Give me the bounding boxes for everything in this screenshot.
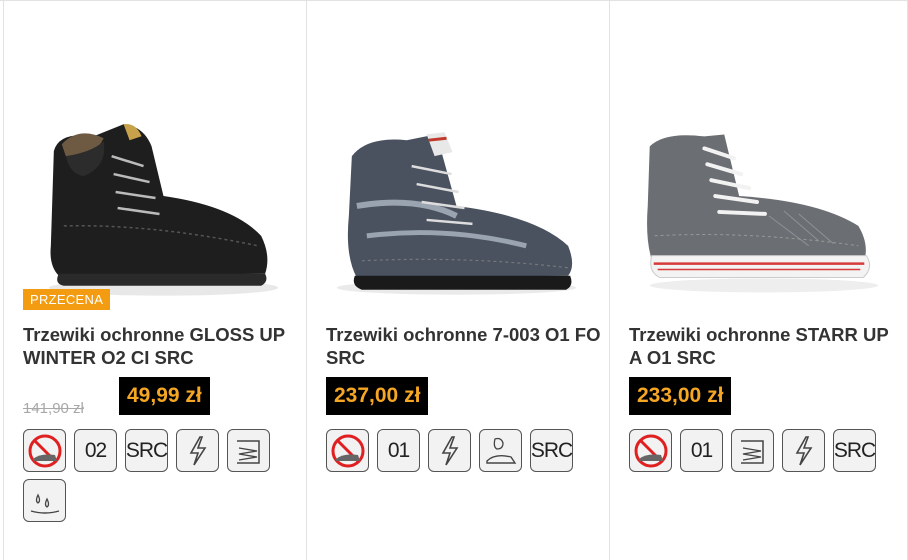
grey-sneaker-image: [647, 134, 879, 293]
no-metal-icon: [326, 429, 369, 472]
product-image[interactable]: [610, 96, 907, 306]
current-price: 237,00 zł: [326, 377, 429, 415]
product-card[interactable]: PRZECENA Trzewiki ochronne GLOSS UP WINT…: [3, 1, 306, 560]
rating-01-icon: 01: [680, 429, 723, 472]
feature-icons: 02 SRC: [23, 429, 303, 522]
product-title[interactable]: Trzewiki ochronne 7-003 O1 FO SRC: [326, 323, 601, 369]
src-icon: SRC: [530, 429, 573, 472]
grey-hiking-boot-image: [336, 132, 577, 295]
feature-icons: 01 SRC: [326, 429, 606, 472]
sale-badge: PRZECENA: [23, 289, 111, 310]
water-drops-icon: [23, 479, 66, 522]
lightning-icon: [428, 429, 471, 472]
product-grid: PRZECENA Trzewiki ochronne GLOSS UP WINT…: [0, 0, 908, 560]
no-metal-icon: [23, 429, 66, 472]
price-block: 237,00 zł: [326, 377, 596, 415]
product-image[interactable]: [4, 96, 306, 306]
product-image[interactable]: [307, 96, 609, 306]
old-price: 141,90 zł: [23, 400, 84, 417]
price-block: 233,00 zł: [629, 377, 899, 415]
product-title[interactable]: Trzewiki ochronne STARR UP A O1 SRC: [629, 323, 899, 369]
feature-icons: 01 SRC: [629, 429, 908, 472]
product-title[interactable]: Trzewiki ochronne GLOSS UP WINTER O2 CI …: [23, 323, 298, 369]
no-metal-icon: [629, 429, 672, 472]
lightning-icon: [782, 429, 825, 472]
src-icon: SRC: [125, 429, 168, 472]
src-icon: SRC: [833, 429, 876, 472]
insole-icon: [731, 429, 774, 472]
insole-icon: [227, 429, 270, 472]
rating-01-icon: 01: [377, 429, 420, 472]
black-boot-image: [48, 124, 279, 296]
rating-02-icon: 02: [74, 429, 117, 472]
oil-resistant-icon: [479, 429, 522, 472]
current-price: 233,00 zł: [629, 377, 732, 415]
current-price: 49,99 zł: [119, 377, 210, 415]
product-card[interactable]: Trzewiki ochronne STARR UP A O1 SRC 233,…: [609, 1, 908, 560]
price-block: 141,90 zł 49,99 zł: [23, 377, 293, 417]
product-card[interactable]: Trzewiki ochronne 7-003 O1 FO SRC 237,00…: [306, 1, 609, 560]
lightning-icon: [176, 429, 219, 472]
